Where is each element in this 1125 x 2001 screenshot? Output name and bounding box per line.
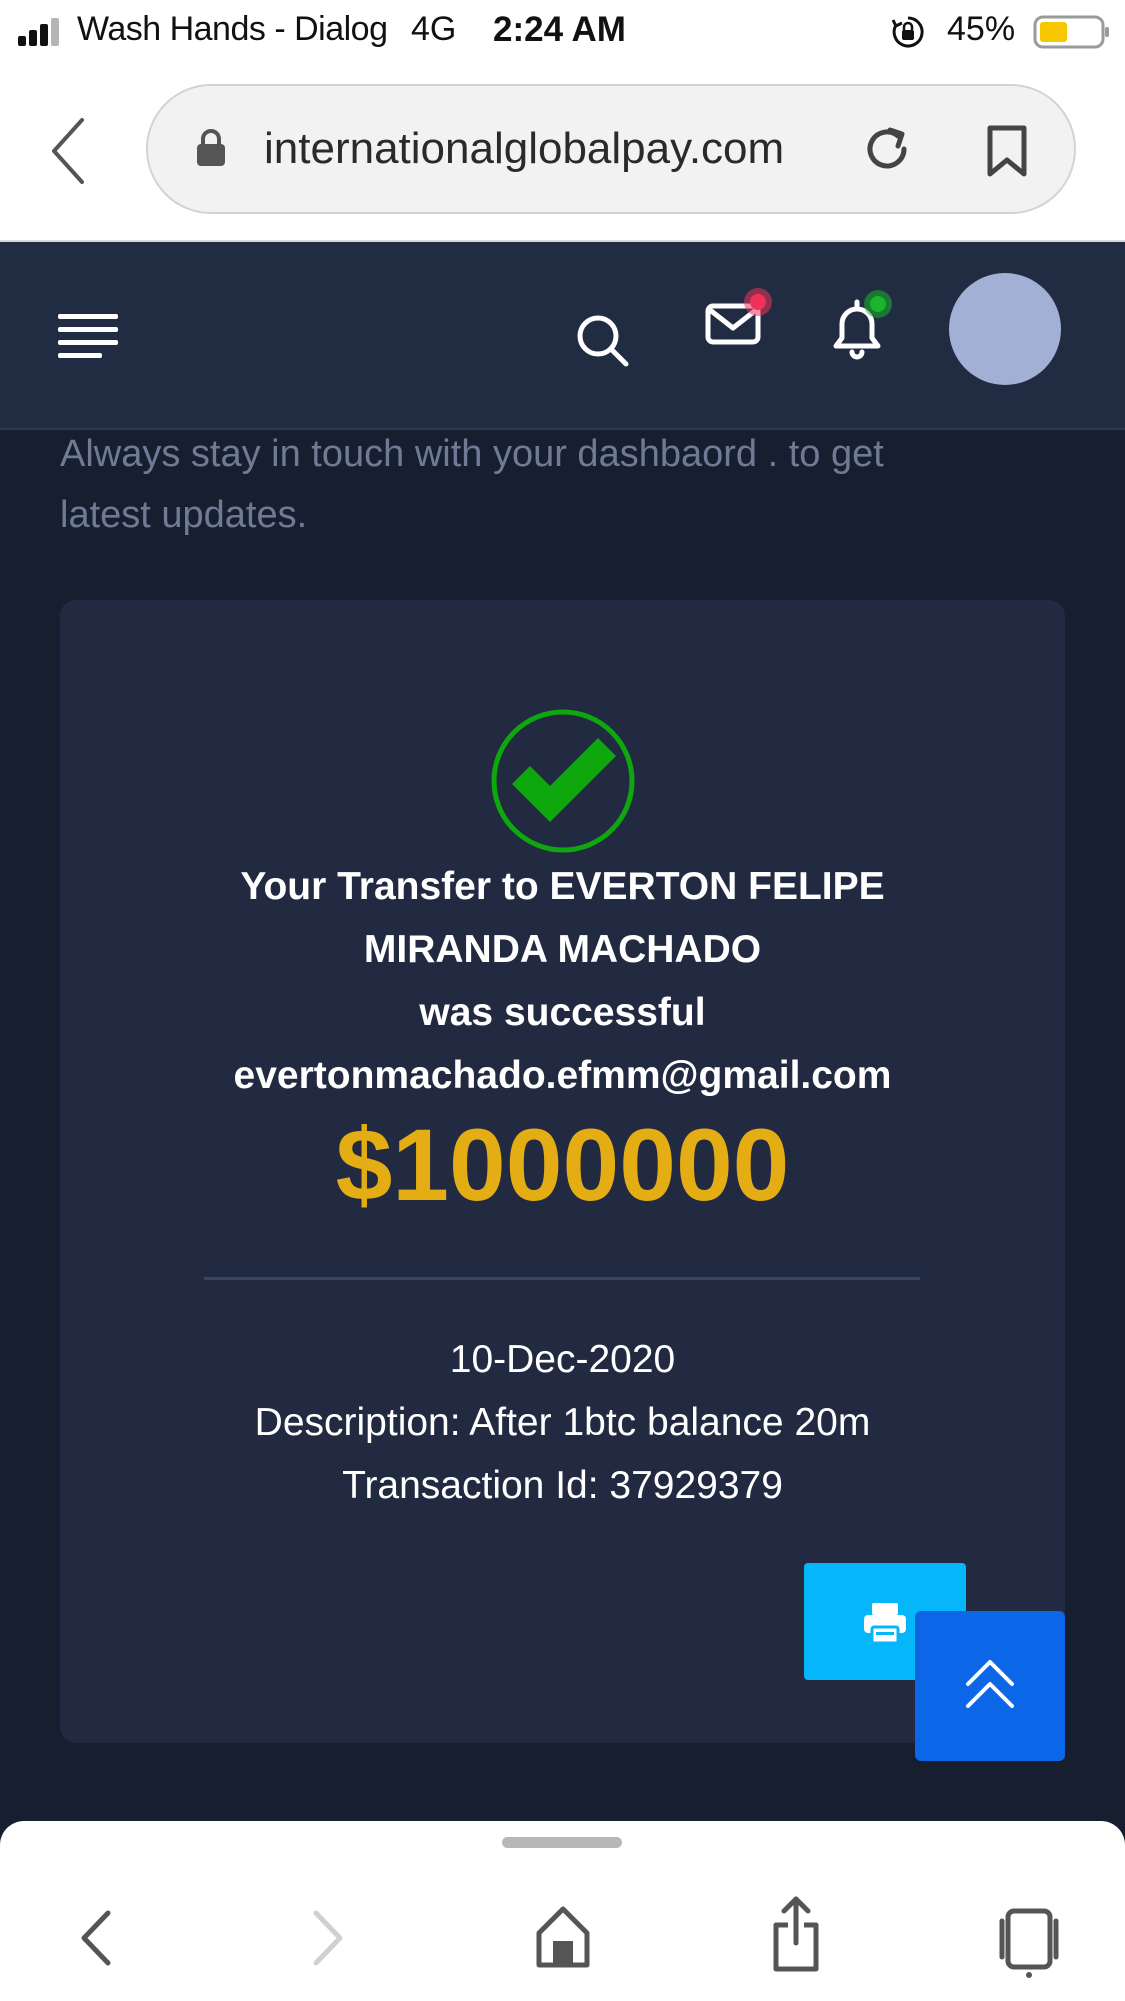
transfer-title-line-2: MIRANDA MACHADO <box>363 928 762 971</box>
recipient-email: evertonmachado.efmm@gmail.com <box>233 1054 892 1097</box>
status-bar: Wash Hands - Dialog 4G 2:24 AM 45% <box>0 0 1125 62</box>
battery-percent: 45% <box>947 10 1016 48</box>
browser-back-icon[interactable] <box>48 116 88 186</box>
intro-line-2: latest updates. <box>60 494 308 536</box>
app-header <box>0 242 1125 430</box>
transfer-description: Description: After 1btc balance 20m <box>254 1401 871 1444</box>
toolbar-back-icon[interactable] <box>78 1909 114 1967</box>
transfer-status: was successful <box>419 991 706 1034</box>
success-check-icon <box>491 709 635 853</box>
carrier-name: Wash Hands - Dialog <box>77 10 388 48</box>
address-bar[interactable]: internationalglobalpay.com <box>146 84 1076 214</box>
lock-icon <box>197 129 225 166</box>
browser-toolbar <box>0 1821 1125 2001</box>
transfer-date: 10-Dec-2020 <box>449 1338 676 1381</box>
tabs-icon[interactable] <box>998 1901 1060 1979</box>
transfer-receipt-card: Your Transfer to EVERTON FELIPE MIRANDA … <box>60 600 1065 1743</box>
avatar[interactable] <box>949 273 1061 385</box>
orientation-lock-icon <box>891 16 924 48</box>
double-chevron-up-icon <box>966 1660 1014 1708</box>
drag-handle[interactable] <box>502 1837 622 1848</box>
url-text: internationalglobalpay.com <box>264 124 785 173</box>
intro-line-1: Always stay in touch with your dashbaord… <box>60 433 884 475</box>
transfer-amount: $1000000 <box>335 1108 790 1222</box>
menu-icon[interactable] <box>58 312 122 360</box>
divider <box>204 1277 920 1280</box>
battery-icon <box>1033 15 1109 49</box>
search-icon[interactable] <box>574 312 630 368</box>
network-type: 4G <box>411 10 457 48</box>
intro-text: Always stay in touch with your dashbaord… <box>60 424 1020 546</box>
toolbar-forward-icon[interactable] <box>310 1909 346 1967</box>
scroll-to-top-button[interactable] <box>915 1611 1065 1761</box>
reload-icon[interactable] <box>860 122 914 176</box>
clock: 2:24 AM <box>493 10 626 49</box>
bookmark-icon[interactable] <box>984 124 1030 178</box>
transfer-details: 10-Dec-2020 Description: After 1btc bala… <box>60 1328 1065 1517</box>
browser-url-area: internationalglobalpay.com <box>0 62 1125 242</box>
mail-icon[interactable] <box>704 282 790 362</box>
printer-icon <box>864 1603 906 1645</box>
transaction-id: Transaction Id: 37929379 <box>342 1464 783 1507</box>
bell-icon[interactable] <box>826 282 906 368</box>
home-icon[interactable] <box>535 1903 591 1969</box>
transfer-title-line-1: Your Transfer to EVERTON FELIPE <box>240 865 885 908</box>
share-icon[interactable] <box>772 1895 820 1973</box>
transfer-title: Your Transfer to EVERTON FELIPE MIRANDA … <box>60 855 1065 1107</box>
signal-strength-icon <box>18 18 59 46</box>
